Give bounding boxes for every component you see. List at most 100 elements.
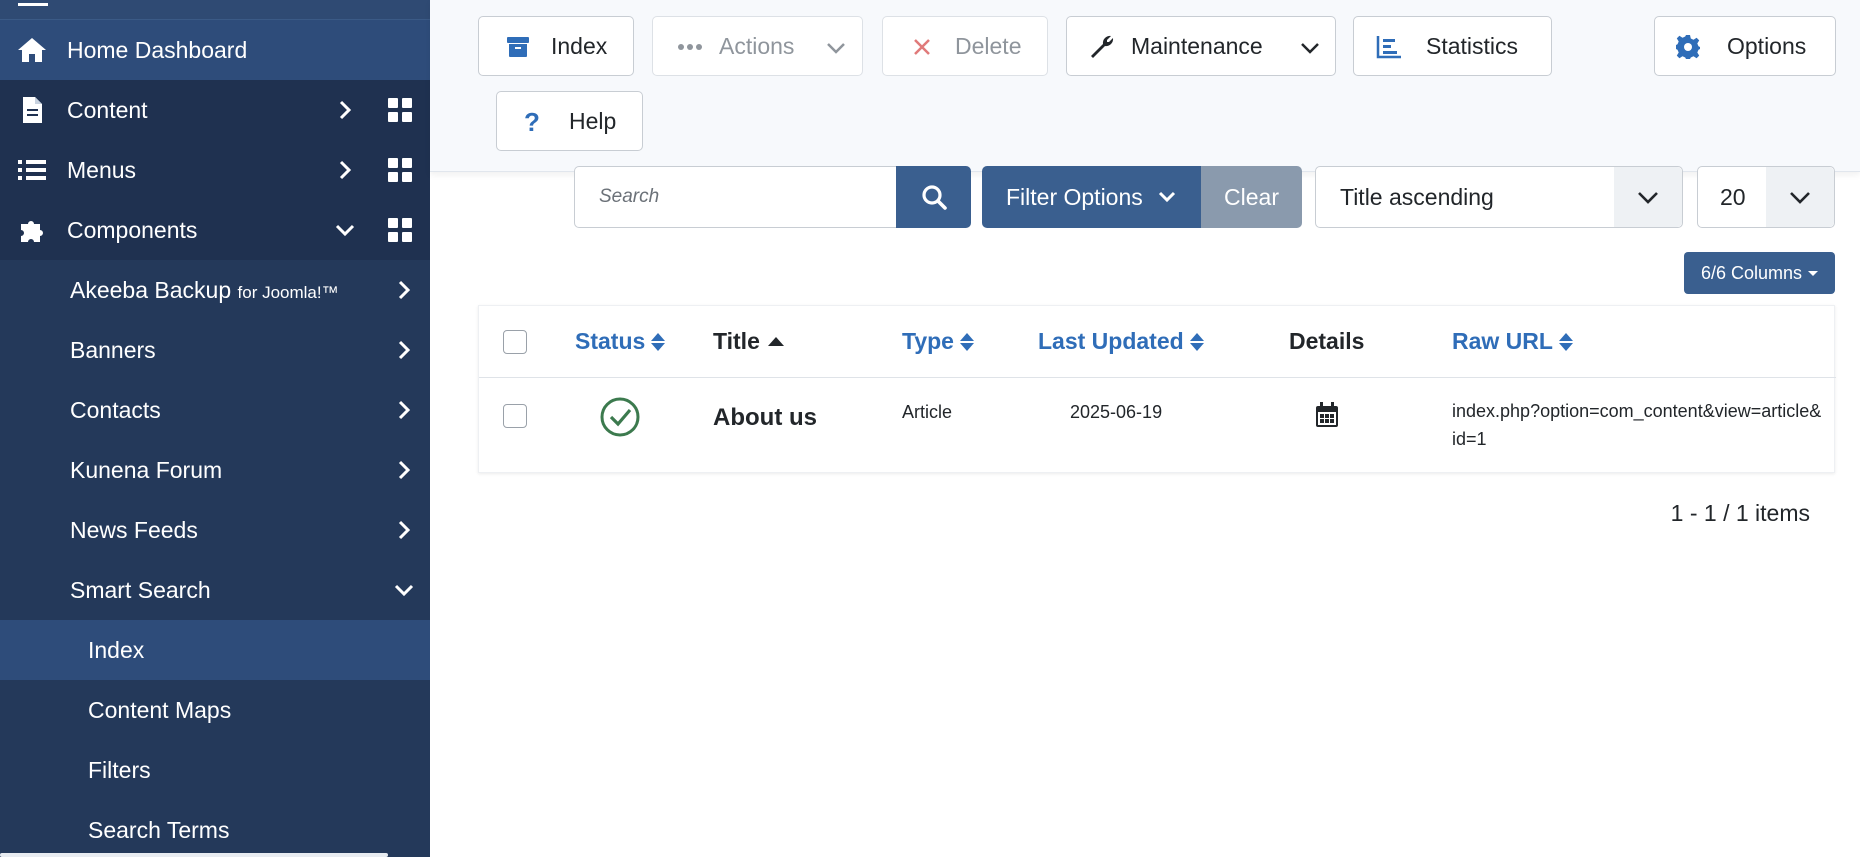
dashboard-grid-icon[interactable]: [388, 158, 412, 182]
table-header: Status Title Type Last Updated Details R…: [479, 306, 1836, 378]
sidebar: Home Dashboard Content Menus Components …: [0, 0, 430, 857]
sidebar-item-label-suffix: for Joomla!™: [237, 282, 339, 302]
column-header-label: Last Updated: [1038, 328, 1184, 354]
select-all-checkbox[interactable]: [503, 330, 527, 354]
sidebar-item-home-dashboard[interactable]: Home Dashboard: [0, 20, 430, 80]
sidebar-item-label: Menus: [67, 156, 137, 183]
chevron-down-icon: [1301, 43, 1319, 54]
column-header-type[interactable]: Type: [902, 328, 974, 355]
chevron-right-icon: [398, 400, 411, 420]
partial-icon: [18, 0, 48, 6]
column-header-label: Details: [1289, 328, 1365, 354]
archive-icon: [505, 34, 531, 60]
columns-toggle-label: 6/6 Columns: [1700, 262, 1803, 283]
sidebar-item-banners[interactable]: Banners: [0, 320, 430, 380]
actions-label: Actions: [719, 32, 795, 59]
limit-select[interactable]: 20: [1697, 166, 1835, 228]
sidebar-item-label: Index: [88, 636, 145, 663]
chevron-down-icon: [335, 224, 355, 237]
row-type: Article: [902, 402, 953, 422]
sidebar-item-content-maps[interactable]: Content Maps: [0, 680, 430, 740]
index-button-label: Index: [551, 32, 608, 59]
chevron-down-icon: [1158, 191, 1176, 203]
puzzle-icon: [16, 216, 48, 244]
published-check-icon[interactable]: [600, 397, 640, 442]
sidebar-item-menus[interactable]: Menus: [0, 140, 430, 200]
statistics-button[interactable]: Statistics: [1353, 16, 1552, 76]
column-header-label: Type: [902, 328, 954, 354]
sidebar-item-news-feeds[interactable]: News Feeds: [0, 500, 430, 560]
ordering-select-value: Title ascending: [1340, 183, 1494, 210]
sidebar-item-label: Content Maps: [88, 696, 232, 723]
statistics-label: Statistics: [1426, 32, 1519, 59]
columns-toggle-button[interactable]: 6/6 Columns: [1684, 252, 1835, 294]
sidebar-item-label: Content: [67, 96, 148, 123]
sidebar-item-label: Kunena Forum: [70, 456, 223, 483]
chevron-right-icon: [398, 280, 411, 300]
sidebar-item-label: Contacts: [70, 396, 161, 423]
maintenance-label: Maintenance: [1131, 32, 1263, 59]
column-header-status[interactable]: Status: [575, 328, 666, 355]
delete-button[interactable]: Delete: [882, 16, 1048, 76]
column-header-last-updated[interactable]: Last Updated: [1038, 328, 1204, 355]
sidebar-item-label: Smart Search: [70, 576, 211, 603]
chevron-right-icon: [339, 160, 352, 180]
calendar-icon[interactable]: [1315, 402, 1339, 433]
index-table: Status Title Type Last Updated Details R…: [478, 305, 1836, 473]
chevron-right-icon: [398, 520, 411, 540]
sidebar-item-index[interactable]: Index: [0, 620, 430, 680]
sidebar-item-smart-search[interactable]: Smart Search: [0, 560, 430, 620]
sidebar-item-filters[interactable]: Filters: [0, 740, 430, 800]
sort-icon: [1189, 332, 1204, 351]
sidebar-item-search-terms[interactable]: Search Terms: [0, 800, 430, 857]
sidebar-scrollbar[interactable]: [0, 853, 388, 857]
clear-button[interactable]: Clear: [1201, 166, 1302, 228]
sidebar-item-akeeba-backup[interactable]: Akeeba Backup for Joomla!™: [0, 260, 430, 320]
bar-chart-icon: [1376, 34, 1402, 60]
help-button[interactable]: ? Help: [496, 91, 643, 151]
search-button[interactable]: [896, 166, 971, 228]
actions-dropdown[interactable]: Actions: [652, 16, 863, 76]
ellipsis-icon: [677, 34, 703, 60]
sidebar-item-kunena-forum[interactable]: Kunena Forum: [0, 440, 430, 500]
chevron-down-icon: [394, 584, 414, 597]
help-label: Help: [569, 107, 617, 134]
search-input[interactable]: [574, 166, 898, 228]
sort-icon: [1558, 332, 1573, 351]
dashboard-grid-icon[interactable]: [388, 98, 412, 122]
column-header-label: Status: [575, 328, 646, 354]
column-header-title[interactable]: Title: [713, 328, 784, 355]
sidebar-item-contacts[interactable]: Contacts: [0, 380, 430, 440]
gear-icon: [1675, 34, 1701, 60]
sidebar-top-item-partial[interactable]: [0, 0, 430, 20]
sidebar-item-label: Search Terms: [88, 816, 230, 843]
column-header-raw-url[interactable]: Raw URL: [1452, 328, 1573, 355]
filter-options-button[interactable]: Filter Options: [982, 166, 1201, 228]
index-button[interactable]: Index: [478, 16, 634, 76]
maintenance-dropdown[interactable]: Maintenance: [1066, 16, 1336, 76]
row-title[interactable]: About us: [713, 404, 817, 432]
file-icon: [16, 96, 48, 124]
sort-icon: [651, 332, 666, 351]
sidebar-item-label: News Feeds: [70, 516, 198, 543]
limit-select-value: 20: [1720, 183, 1746, 210]
filter-options-label: Filter Options: [1006, 183, 1143, 210]
dashboard-grid-icon[interactable]: [388, 218, 412, 242]
sidebar-item-label-text: Akeeba Backup: [70, 276, 232, 303]
sidebar-item-label: Banners: [70, 336, 156, 363]
options-label: Options: [1727, 32, 1807, 59]
sidebar-item-content[interactable]: Content: [0, 80, 430, 140]
ordering-select[interactable]: Title ascending: [1315, 166, 1683, 228]
close-icon: [909, 34, 935, 60]
options-button[interactable]: Options: [1654, 16, 1836, 76]
row-raw-url: index.php?option=com_content&view=articl…: [1452, 401, 1822, 449]
chevron-right-icon: [339, 100, 352, 120]
delete-label: Delete: [955, 32, 1022, 59]
ordering-select-caret: [1614, 167, 1682, 227]
chevron-right-icon: [398, 340, 411, 360]
sidebar-item-label: Home Dashboard: [67, 36, 248, 63]
sidebar-item-label: Akeeba Backup for Joomla!™: [70, 277, 339, 304]
row-checkbox[interactable]: [503, 404, 527, 428]
sidebar-item-components[interactable]: Components: [0, 200, 430, 260]
wrench-icon: [1089, 34, 1115, 60]
